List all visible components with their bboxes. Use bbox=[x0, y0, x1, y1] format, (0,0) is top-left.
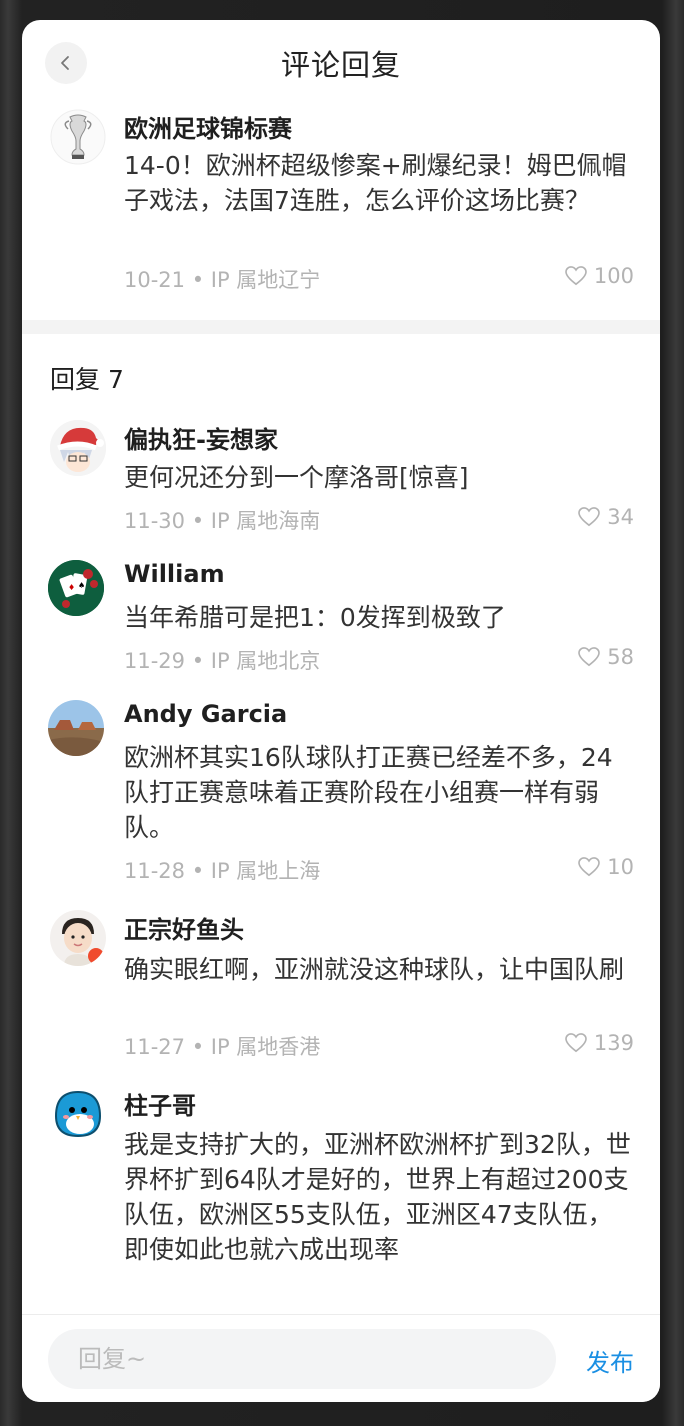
comment-3-text: 欧洲杯其实16队球队打正赛已经差不多，24队打正赛意味着正赛阶段在小组赛一样有弱… bbox=[124, 743, 613, 842]
child-photo-avatar-icon bbox=[50, 910, 106, 966]
reply-input[interactable] bbox=[48, 1329, 556, 1389]
comment-5-text: 我是支持扩大的，亚洲杯欧洲杯扩到32队，世界杯扩到64队才是好的，世界上有超过2… bbox=[124, 1130, 631, 1264]
avatar-comment-1[interactable] bbox=[50, 420, 106, 476]
comment-2-like-count: 58 bbox=[607, 645, 634, 669]
reply-bar: 发布 bbox=[22, 1314, 660, 1402]
post-like-button[interactable]: 100 bbox=[565, 264, 634, 288]
comment-3-author[interactable]: Andy Garcia bbox=[124, 700, 287, 728]
avatar-comment-3[interactable] bbox=[48, 700, 104, 756]
comment-1-meta: 11-30 • IP 属地海南 bbox=[124, 509, 321, 533]
post-meta: 10-21 • IP 属地辽宁 bbox=[124, 268, 321, 292]
comment-2-like-button[interactable]: 58 bbox=[578, 645, 634, 669]
post-author[interactable]: 欧洲足球锦标赛 bbox=[124, 109, 292, 144]
heart-icon bbox=[578, 857, 601, 877]
heart-icon bbox=[565, 266, 587, 286]
avatar-trophy[interactable] bbox=[50, 109, 106, 165]
comment-4-like-count: 139 bbox=[593, 1031, 634, 1055]
trophy-icon bbox=[50, 109, 106, 165]
comment-2-text: 当年希腊可是把1：0发挥到极致了 bbox=[124, 603, 506, 632]
comment-3-like-count: 10 bbox=[607, 855, 634, 879]
post-text: 14-0！欧洲杯超级惨案+刷爆纪录！姆巴佩帽子戏法，法国7连胜，怎么评价这场比赛… bbox=[124, 151, 627, 215]
page-title: 评论回复 bbox=[280, 48, 401, 82]
comment-4-author[interactable]: 正宗好鱼头 bbox=[124, 910, 244, 945]
replies-count-title: 回复 7 bbox=[50, 365, 124, 394]
svg-text:♦: ♦ bbox=[68, 583, 75, 592]
comment-2-author[interactable]: William bbox=[124, 560, 225, 588]
comment-1-like-count: 34 bbox=[607, 505, 634, 529]
heart-icon bbox=[578, 507, 601, 527]
avatar-comment-4[interactable] bbox=[50, 910, 106, 966]
comment-4-meta: 11-27 • IP 属地香港 bbox=[124, 1035, 321, 1059]
comment-3-meta: 11-28 • IP 属地上海 bbox=[124, 859, 321, 883]
avatar-comment-5[interactable] bbox=[50, 1086, 106, 1142]
cartoon-santa-avatar-icon bbox=[50, 420, 106, 476]
desert-landscape-avatar-icon bbox=[48, 700, 104, 756]
comment-reply-panel: 评论回复 欧洲足球锦标赛 14-0！欧洲杯超级惨案+刷爆纪录！姆巴佩帽子戏法，法… bbox=[22, 20, 660, 1402]
publish-button[interactable]: 发布 bbox=[586, 1343, 634, 1378]
comment-4-text: 确实眼红啊，亚洲就没这种球队，让中国队刷 bbox=[124, 955, 625, 984]
avatar-comment-2[interactable]: ♦ ♠ bbox=[48, 560, 104, 616]
comment-1-text: 更何况还分到一个摩洛哥[惊喜] bbox=[124, 463, 469, 492]
comment-1-author[interactable]: 偏执狂-妄想家 bbox=[124, 420, 278, 455]
heart-icon bbox=[578, 647, 601, 667]
heart-icon bbox=[565, 1033, 587, 1053]
section-divider bbox=[22, 320, 660, 334]
comment-5-author[interactable]: 柱子哥 bbox=[124, 1086, 196, 1121]
header: 评论回复 bbox=[22, 20, 660, 108]
post-like-count: 100 bbox=[593, 264, 634, 288]
blue-bird-avatar-icon bbox=[50, 1086, 106, 1142]
comment-1-like-button[interactable]: 34 bbox=[578, 505, 634, 529]
playing-cards-avatar-icon: ♦ ♠ bbox=[48, 560, 104, 616]
comment-3-like-button[interactable]: 10 bbox=[578, 855, 634, 879]
comment-2-meta: 11-29 • IP 属地北京 bbox=[124, 649, 321, 673]
svg-text:♠: ♠ bbox=[78, 581, 85, 590]
comment-4-like-button[interactable]: 139 bbox=[565, 1031, 634, 1055]
